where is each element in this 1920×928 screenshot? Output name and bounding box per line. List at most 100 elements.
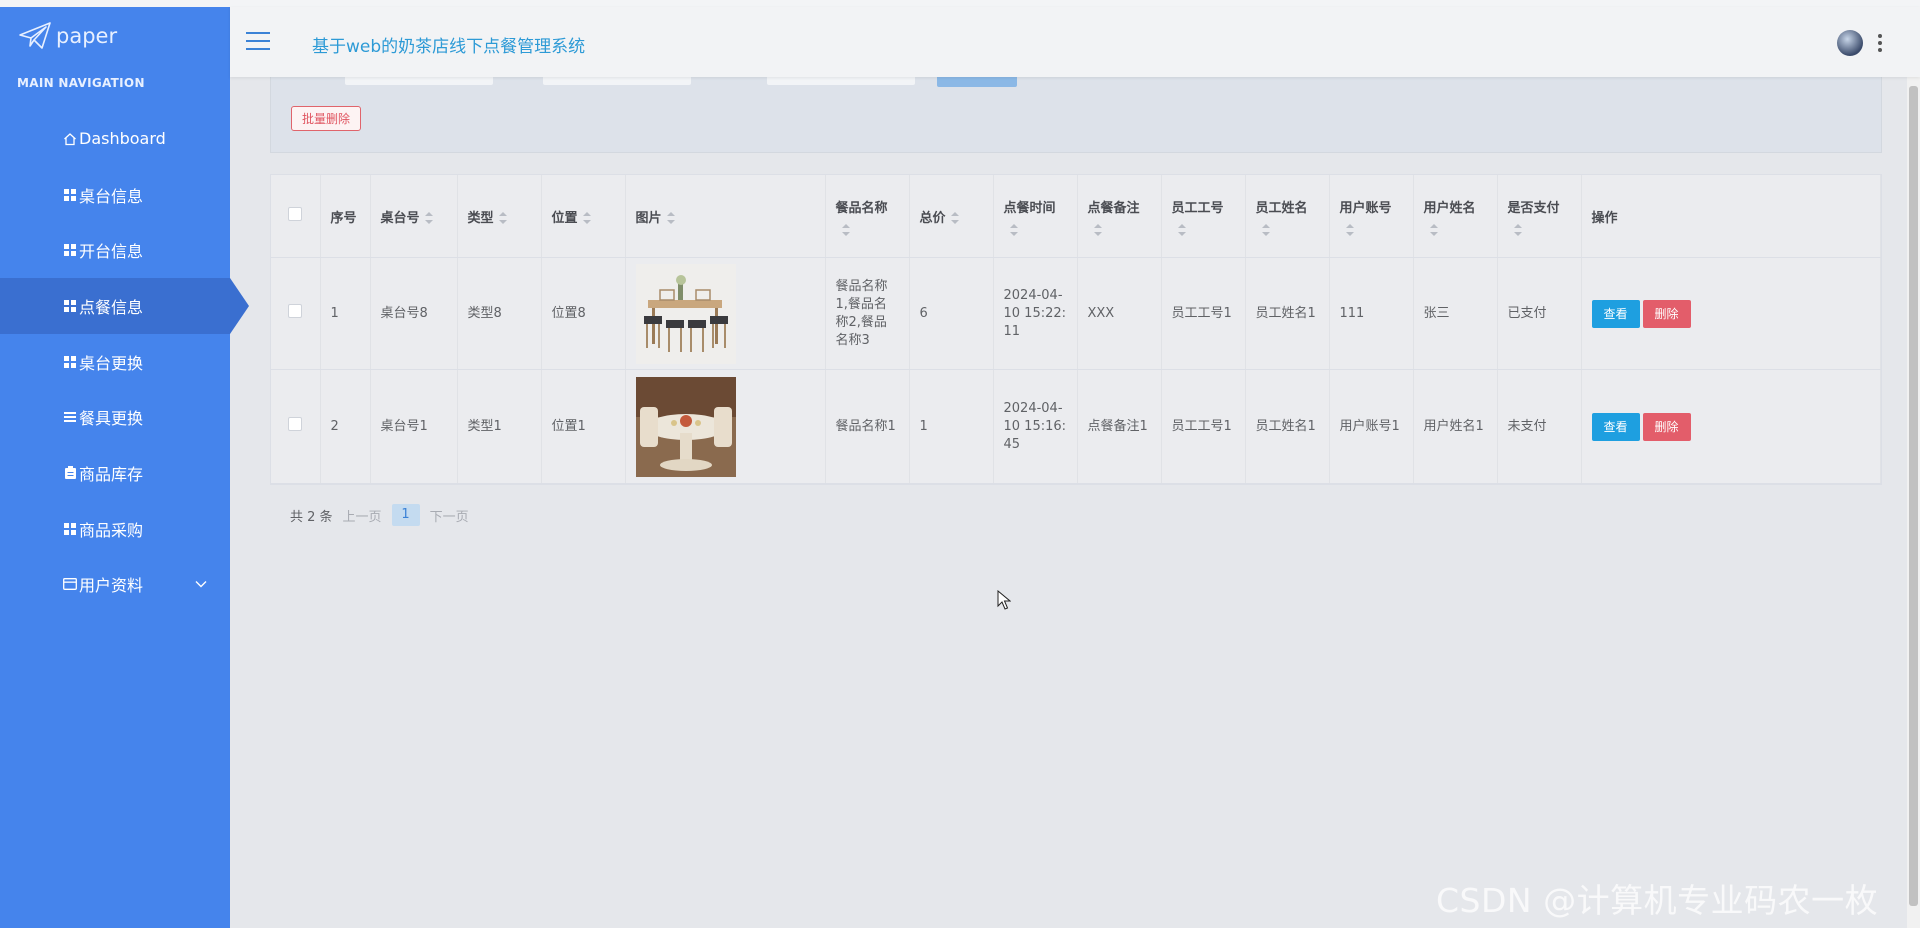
sort-icon[interactable] [1093,223,1102,236]
cell-remark: XXX [1077,257,1162,370]
cell-paid: 已支付 [1497,257,1582,370]
sidebar-item-inventory[interactable]: 商品库存 [0,445,230,501]
cell-staff-name: 员工姓名1 [1245,369,1330,484]
list-icon [63,410,77,424]
sidebar-item-label: 餐具更换 [79,409,144,429]
mouse-cursor-icon [997,590,1011,610]
batch-delete-button[interactable]: 批量删除 [291,106,362,131]
cell-paid: 未支付 [1497,369,1582,484]
select-all-checkbox[interactable] [288,207,303,221]
logo-text: paper [56,24,118,48]
sort-icon[interactable] [498,212,507,224]
sidebar-item-tableware-change[interactable]: 餐具更换 [0,389,230,445]
col-header-index: 序号 [320,175,371,258]
cell-index: 1 [320,257,371,370]
col-header-actions: 操作 [1581,175,1881,258]
cell-total: 6 [909,257,994,370]
sidebar: paper MAIN NAVIGATION Dashboard 桌台信息 开台信… [0,7,249,928]
cell-total: 1 [909,369,994,484]
pagination-total: 共 2 条 [290,509,333,525]
col-header-type[interactable]: 类型 [457,175,542,258]
sidebar-item-table-info[interactable]: 桌台信息 [0,167,230,223]
sort-icon[interactable] [1345,223,1354,236]
sort-icon[interactable] [1429,223,1438,236]
table-row: 1 桌台号8 类型8 位置8 餐品名称1,餐品名称2,餐品名称3 6 2024-… [271,257,1881,370]
sort-icon[interactable] [841,223,850,236]
sidebar-item-table-change[interactable]: 桌台更换 [0,334,230,390]
col-header-staff-no[interactable]: 员工工号 [1161,175,1246,258]
page-title: 基于web的奶茶店线下点餐管理系统 [312,37,586,57]
col-header-paid[interactable]: 是否支付 [1497,175,1582,258]
chevron-down-icon[interactable] [194,577,208,591]
sidebar-item-dashboard[interactable]: Dashboard [0,111,230,167]
cell-location: 位置1 [541,369,626,484]
row-select-cell [271,369,321,484]
table-header-row: 序号 桌台号 类型 位置 图片 餐品名称 总价 点餐时间 点餐备注 员工工号 员… [271,175,1881,258]
col-header-image[interactable]: 图片 [625,175,826,258]
col-header-location[interactable]: 位置 [541,175,626,258]
watermark: CSDN @计算机专业码农一枚 [1436,881,1879,920]
round-table-photo[interactable] [635,376,736,477]
cell-image [625,369,826,484]
sidebar-item-open-table[interactable]: 开台信息 [0,222,230,278]
cell-user-account: 用户账号1 [1329,369,1414,484]
select-all-cell [271,175,321,258]
page-number-current[interactable]: 1 [391,504,420,526]
cell-actions: 查看 删除 [1581,369,1881,484]
sort-icon[interactable] [424,212,433,224]
cell-actions: 查看 删除 [1581,257,1881,370]
sidebar-item-order-info[interactable]: 点餐信息 [0,278,249,334]
menu-toggle-icon[interactable] [246,32,270,52]
col-header-dish-names[interactable]: 餐品名称 [825,175,910,258]
grid-icon [63,243,77,257]
col-header-user-account[interactable]: 用户账号 [1329,175,1414,258]
col-header-remark[interactable]: 点餐备注 [1077,175,1162,258]
vertical-scrollbar-thumb[interactable] [1909,86,1918,906]
cell-user-name: 用户姓名1 [1413,369,1498,484]
more-vertical-icon[interactable] [1878,34,1882,52]
prev-page-button[interactable]: 上一页 [343,506,382,525]
logo[interactable]: paper [18,21,117,51]
col-header-total[interactable]: 总价 [909,175,994,258]
view-button[interactable]: 查看 [1591,299,1640,328]
cell-staff-name: 员工姓名1 [1245,257,1330,370]
sort-icon[interactable] [1177,223,1186,236]
table-row: 2 桌台号1 类型1 位置1 餐品名称1 1 2024-04-10 15:16:… [271,369,1881,484]
sidebar-item-label: 商品采购 [79,520,144,540]
avatar[interactable] [1837,30,1863,56]
cell-index: 2 [320,369,371,484]
sidebar-item-label: Dashboard [79,129,166,149]
pagination: 共 2 条 上一页 1 下一页 [290,504,469,526]
sort-icon[interactable] [1261,223,1270,236]
cell-table-no: 桌台号1 [370,369,458,484]
sort-icon[interactable] [666,212,675,224]
sidebar-item-user-profile[interactable]: 用户资料 [0,557,230,613]
top-header: 基于web的奶茶店线下点餐管理系统 [230,7,1920,77]
sort-icon[interactable] [950,212,959,224]
card-icon [63,577,77,591]
sidebar-item-label: 桌台信息 [79,186,144,206]
cell-type: 类型8 [457,257,542,370]
grid-icon [63,522,77,536]
row-checkbox[interactable] [288,303,303,318]
col-header-staff-name[interactable]: 员工姓名 [1245,175,1330,258]
cell-dish-names: 餐品名称1 [825,369,910,484]
row-checkbox[interactable] [288,416,303,431]
view-button[interactable]: 查看 [1591,412,1640,441]
cell-table-no: 桌台号8 [370,257,458,370]
cell-image [625,257,826,370]
browser-top-strip [0,0,1920,7]
table-chairs-photo[interactable] [635,263,736,364]
clipboard-icon [63,466,77,480]
delete-button[interactable]: 删除 [1642,412,1691,441]
sort-icon[interactable] [582,212,591,224]
sort-icon[interactable] [1009,223,1018,236]
cell-staff-no: 员工工号1 [1161,257,1246,370]
sidebar-item-purchase[interactable]: 商品采购 [0,501,230,557]
col-header-user-name[interactable]: 用户姓名 [1413,175,1498,258]
sort-icon[interactable] [1513,223,1522,236]
next-page-button[interactable]: 下一页 [430,506,469,525]
col-header-order-time[interactable]: 点餐时间 [993,175,1078,258]
col-header-table-no[interactable]: 桌台号 [370,175,458,258]
delete-button[interactable]: 删除 [1642,299,1691,328]
